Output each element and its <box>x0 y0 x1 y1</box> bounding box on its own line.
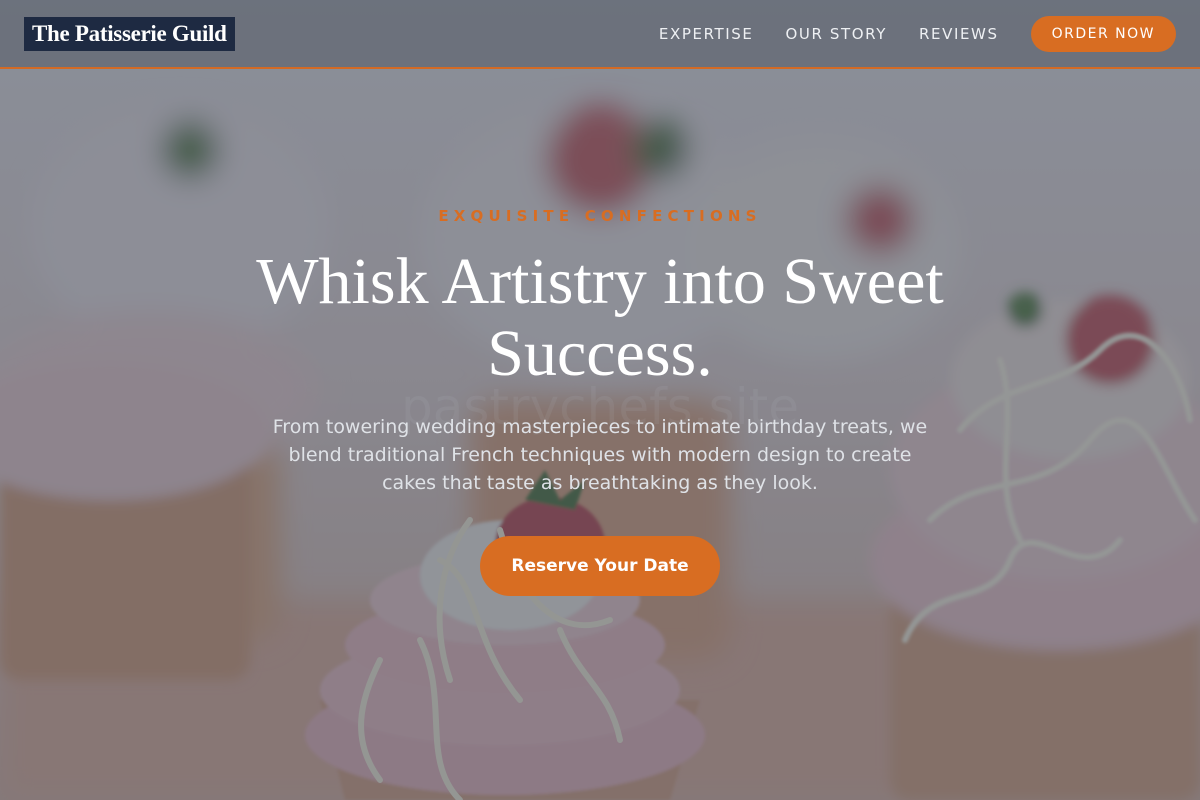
hero-section: pastrychefs.site EXQUISITE CONFECTIONS W… <box>0 0 1200 800</box>
hero-headline-line2: Success. <box>487 317 713 390</box>
hero-description: From towering wedding masterpieces to in… <box>272 416 928 494</box>
hero-eyebrow: EXQUISITE CONFECTIONS <box>438 207 762 225</box>
reserve-date-button[interactable]: Reserve Your Date <box>480 536 720 596</box>
hero-headline-line1: Whisk Artistry into Sweet <box>256 245 944 318</box>
hero-headline: Whisk Artistry into Sweet Success. <box>200 246 1000 390</box>
